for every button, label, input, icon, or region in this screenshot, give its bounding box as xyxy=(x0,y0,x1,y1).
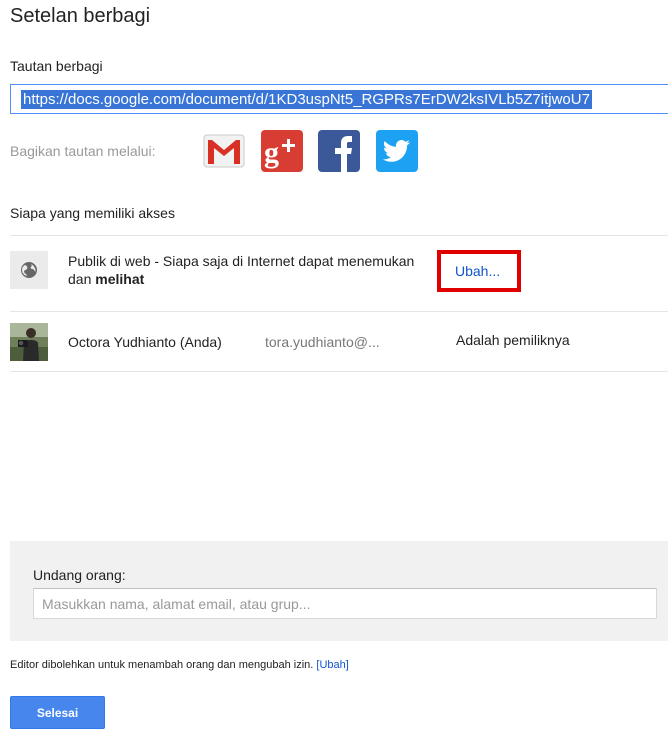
change-access-link[interactable]: Ubah... xyxy=(455,263,500,279)
public-access-permission: melihat xyxy=(95,271,145,287)
owner-email: tora.yudhianto@... xyxy=(265,334,380,350)
google-plus-icon: g xyxy=(261,130,303,172)
divider xyxy=(10,371,668,372)
share-link-field[interactable]: https://docs.google.com/document/d/1KD3u… xyxy=(10,84,668,114)
twitter-share-button[interactable] xyxy=(376,130,418,172)
google-plus-share-button[interactable]: g xyxy=(261,130,303,172)
owner-role: Adalah pemiliknya xyxy=(456,332,570,348)
public-access-description: Publik di web - Siapa saja di Internet d… xyxy=(68,252,428,288)
globe-badge xyxy=(10,251,48,289)
globe-icon xyxy=(21,262,37,278)
access-section-label: Siapa yang memiliki akses xyxy=(10,205,175,221)
change-access-link-highlight[interactable]: Ubah... xyxy=(437,250,521,292)
facebook-share-button[interactable] xyxy=(318,130,360,172)
divider xyxy=(10,311,668,312)
gmail-icon xyxy=(203,134,245,168)
dialog-title: Setelan berbagi xyxy=(10,5,151,27)
owner-name: Octora Yudhianto (Anda) xyxy=(68,334,222,350)
svg-text:g: g xyxy=(264,136,279,169)
avatar xyxy=(10,323,48,361)
done-button[interactable]: Selesai xyxy=(10,696,105,729)
invite-label: Undang orang: xyxy=(33,567,126,583)
share-link-url[interactable]: https://docs.google.com/document/d/1KD3u… xyxy=(21,90,592,109)
share-via-label: Bagikan tautan melalui: xyxy=(10,143,156,159)
facebook-icon xyxy=(318,130,360,172)
footer-change-link[interactable]: [Ubah] xyxy=(316,659,348,671)
user-photo-icon xyxy=(10,323,48,361)
gmail-share-button[interactable] xyxy=(203,130,245,172)
invite-input[interactable] xyxy=(33,588,657,619)
share-link-label: Tautan berbagi xyxy=(10,58,103,74)
footer-note-text: Editor dibolehkan untuk menambah orang d… xyxy=(10,659,314,671)
footer-note: Editor dibolehkan untuk menambah orang d… xyxy=(10,659,349,671)
divider xyxy=(10,235,668,236)
twitter-icon xyxy=(376,130,418,172)
